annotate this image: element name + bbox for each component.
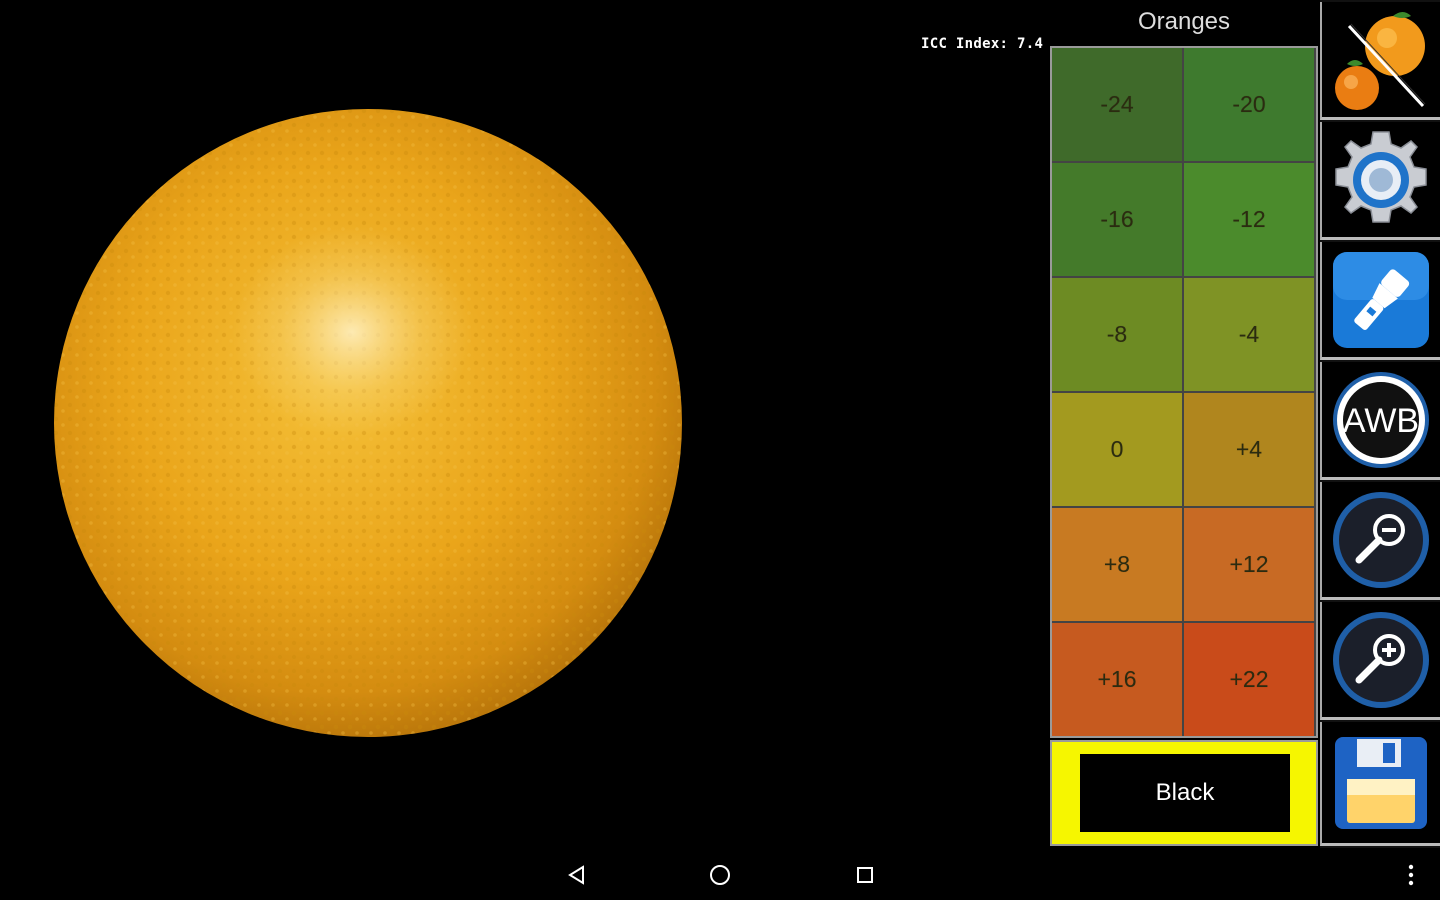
zoom-out-icon (1333, 491, 1429, 588)
scale-cell-label: +8 (1103, 551, 1131, 577)
more-vertical-icon (1408, 864, 1414, 886)
black-button[interactable]: Black (1080, 754, 1290, 832)
scale-cell[interactable]: -16 (1052, 163, 1182, 276)
color-scale-grid: -24 -20 -16 -12 -8 -4 0 +4 +8 +12 +16 +22 (1050, 46, 1318, 738)
scale-cell-label: +12 (1229, 551, 1269, 577)
awb-button[interactable]: AWB (1320, 362, 1440, 480)
gear-icon (1335, 130, 1427, 223)
scale-cell-label: 0 (1110, 436, 1124, 462)
scale-cell[interactable]: +22 (1184, 623, 1314, 736)
scale-cell[interactable]: +4 (1184, 393, 1314, 506)
scale-cell[interactable]: -4 (1184, 278, 1314, 391)
back-triangle-icon (568, 865, 584, 885)
scale-cell-label: +22 (1229, 666, 1269, 692)
scale-cell[interactable]: -12 (1184, 163, 1314, 276)
scale-cell[interactable]: -24 (1052, 48, 1182, 161)
awb-icon-text: AWB (1343, 402, 1419, 440)
floppy-disk-icon (1335, 736, 1427, 829)
scale-cell[interactable]: -8 (1052, 278, 1182, 391)
zoom-in-icon (1333, 611, 1429, 708)
scale-cell-label: +4 (1235, 436, 1263, 462)
panel-title: Oranges (1137, 8, 1231, 35)
camera-viewport: ICC Index: 7.4 (0, 0, 1050, 850)
oranges-toggle-button[interactable] (1320, 2, 1440, 120)
recents-square-icon (857, 867, 873, 883)
scale-cell[interactable]: +16 (1052, 623, 1182, 736)
icc-index-label: ICC Index: 7.4 (921, 36, 1044, 52)
scale-cell-label: -4 (1238, 321, 1260, 347)
zoom-in-button[interactable] (1320, 602, 1440, 720)
awb-icon: AWB (1333, 371, 1429, 468)
scale-cell[interactable]: -20 (1184, 48, 1314, 161)
navigation-bar (0, 850, 1440, 900)
scale-cell-label: -12 (1232, 206, 1266, 232)
right-toolbar: AWB (1320, 0, 1440, 848)
flashlight-icon (1333, 251, 1429, 348)
scale-cell[interactable]: +12 (1184, 508, 1314, 621)
scale-cell-label: -16 (1100, 206, 1134, 232)
scale-cell-label: +16 (1097, 666, 1137, 692)
back-button[interactable] (560, 860, 594, 890)
orange-fruit-image (54, 109, 682, 737)
scale-cell[interactable]: +8 (1052, 508, 1182, 621)
overflow-menu-button[interactable] (1394, 860, 1428, 890)
settings-button[interactable] (1320, 122, 1440, 240)
zoom-out-button[interactable] (1320, 482, 1440, 600)
home-button[interactable] (703, 860, 737, 890)
scale-cell-label: -8 (1106, 321, 1128, 347)
black-button-frame: Black (1050, 740, 1318, 846)
recents-button[interactable] (848, 860, 882, 890)
scale-cell-label: -24 (1100, 91, 1134, 117)
scale-cell-label: -20 (1232, 91, 1266, 117)
scale-cell[interactable]: 0 (1052, 393, 1182, 506)
home-circle-icon (710, 865, 730, 885)
flashlight-button[interactable] (1320, 242, 1440, 360)
save-button[interactable] (1320, 722, 1440, 846)
orange-fruit-icon (1335, 11, 1426, 110)
